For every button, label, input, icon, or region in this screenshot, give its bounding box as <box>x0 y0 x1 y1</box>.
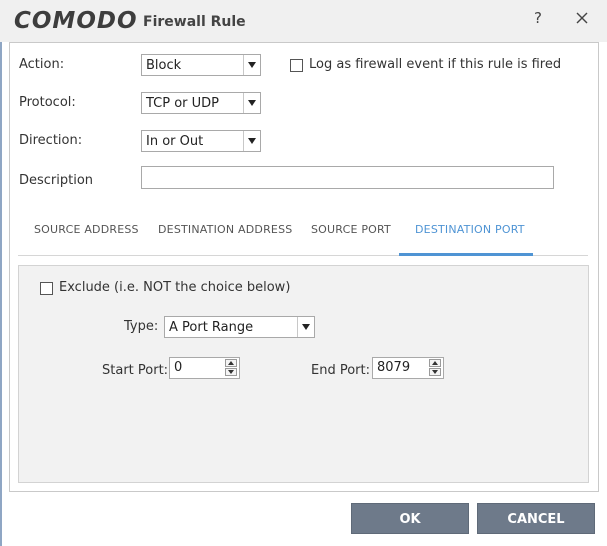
decrement-icon[interactable] <box>429 368 441 376</box>
direction-dropdown[interactable]: In or Out <box>141 130 261 152</box>
chevron-down-icon <box>243 55 260 75</box>
cancel-button[interactable]: CANCEL <box>477 503 595 534</box>
direction-value: In or Out <box>146 134 204 149</box>
chevron-down-icon <box>243 93 260 113</box>
log-event-label: Log as firewall event if this rule is fi… <box>309 57 562 72</box>
tab-destination-address[interactable]: DESTINATION ADDRESS <box>158 223 292 236</box>
protocol-label: Protocol: <box>19 95 76 110</box>
help-button[interactable]: ? <box>528 7 548 29</box>
description-input[interactable] <box>141 166 554 189</box>
start-port-stepper[interactable]: 0 <box>169 357 240 379</box>
ok-button[interactable]: OK <box>351 503 469 534</box>
chevron-down-icon <box>243 131 260 151</box>
log-event-checkbox[interactable] <box>290 59 303 72</box>
end-port-label: End Port: <box>311 363 370 378</box>
port-type-dropdown[interactable]: A Port Range <box>164 316 315 338</box>
end-port-stepper[interactable]: 8079 <box>372 357 444 379</box>
firewall-rule-dialog: COMODO Firewall Rule ? Action: Block Log… <box>0 0 607 546</box>
close-icon[interactable] <box>571 7 593 29</box>
type-label: Type: <box>124 319 159 334</box>
protocol-value: TCP or UDP <box>146 96 220 111</box>
tab-destination-port[interactable]: DESTINATION PORT <box>415 223 525 236</box>
exclude-checkbox[interactable] <box>40 282 53 295</box>
background-window-edge <box>0 0 2 546</box>
action-label: Action: <box>19 57 65 72</box>
direction-label: Direction: <box>19 133 83 148</box>
increment-icon[interactable] <box>429 359 441 367</box>
increment-icon[interactable] <box>225 359 237 367</box>
end-port-value: 8079 <box>377 360 411 375</box>
exclude-label: Exclude (i.e. NOT the choice below) <box>59 280 291 295</box>
start-port-label: Start Port: <box>102 363 169 378</box>
action-value: Block <box>146 58 182 73</box>
window-title: Firewall Rule <box>143 14 246 30</box>
tab-source-port[interactable]: SOURCE PORT <box>311 223 391 236</box>
start-port-value: 0 <box>174 360 183 375</box>
title-bar[interactable]: COMODO Firewall Rule ? <box>0 0 607 42</box>
decrement-icon[interactable] <box>225 368 237 376</box>
rule-panel: Action: Block Log as firewall event if t… <box>9 42 599 492</box>
port-type-value: A Port Range <box>169 320 254 335</box>
protocol-dropdown[interactable]: TCP or UDP <box>141 92 261 114</box>
action-dropdown[interactable]: Block <box>141 54 261 76</box>
active-tab-indicator <box>399 253 533 256</box>
description-label: Description <box>19 173 94 188</box>
tab-source-address[interactable]: SOURCE ADDRESS <box>34 223 139 236</box>
comodo-logo: COMODO <box>14 8 138 34</box>
chevron-down-icon <box>297 317 314 337</box>
destination-port-content: Exclude (i.e. NOT the choice below) Type… <box>18 265 589 483</box>
